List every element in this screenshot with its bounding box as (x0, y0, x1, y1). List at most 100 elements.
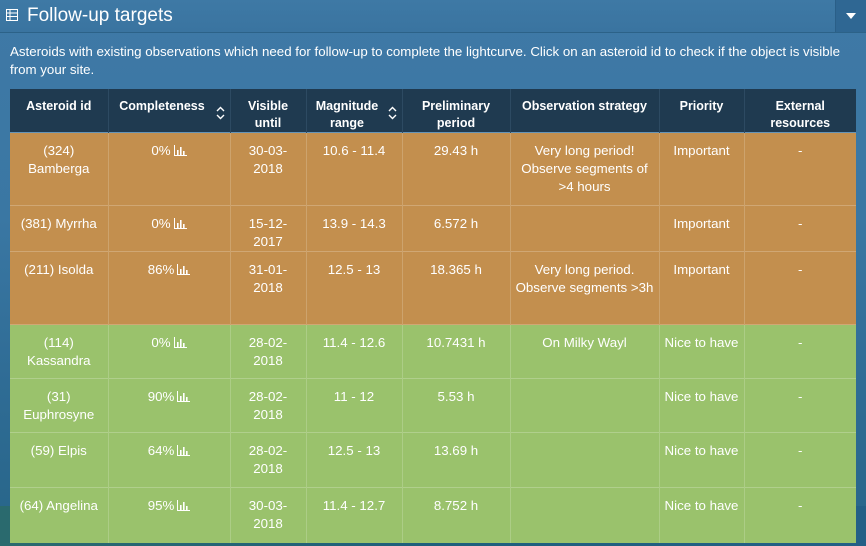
magnitude-range-cell: 12.5 - 13 (306, 251, 403, 325)
bar-chart-icon[interactable] (173, 218, 187, 229)
preliminary-period-cell: 29.43 h (402, 132, 511, 206)
magnitude-range-cell: 12.5 - 13 (306, 432, 403, 488)
asteroid-link[interactable]: (31) Euphrosyne (23, 389, 94, 422)
asteroid-link[interactable]: (211) Isolda (24, 262, 93, 277)
completeness-cell: 0% (108, 205, 231, 252)
priority-cell: Important (659, 205, 745, 252)
sort-icon[interactable] (388, 106, 397, 120)
table-row: (324) Bamberga 0% 30-03-2018 10.6 - 11.4… (10, 132, 856, 206)
observation-strategy-cell (510, 432, 660, 488)
external-resources-cell: - (744, 205, 856, 252)
header-completeness[interactable]: Completeness (108, 89, 231, 133)
priority-cell: Important (659, 251, 745, 325)
header-magnitude-range[interactable]: Magnitude range (306, 89, 403, 133)
visible-until-cell: 28-02-2018 (230, 378, 307, 433)
preliminary-period-cell: 6.572 h (402, 205, 511, 252)
preliminary-period-cell: 13.69 h (402, 432, 511, 488)
external-resources-cell: - (744, 487, 856, 543)
bar-chart-icon[interactable] (173, 337, 187, 348)
priority-cell: Important (659, 132, 745, 206)
completeness-value: 0% (151, 143, 171, 158)
visible-until-cell: 15-12-2017 (230, 205, 307, 252)
magnitude-range-cell: 11.4 - 12.6 (306, 324, 403, 379)
preliminary-period-cell: 5.53 h (402, 378, 511, 433)
visible-until-cell: 28-02-2018 (230, 324, 307, 379)
observation-strategy-cell (510, 378, 660, 433)
completeness-value: 0% (151, 335, 171, 350)
completeness-cell: 86% (108, 251, 231, 325)
panel-title: Follow-up targets (27, 5, 173, 26)
header-external-resources: External resources (744, 89, 856, 133)
asteroid-id-cell[interactable]: (31) Euphrosyne (10, 378, 109, 433)
completeness-cell: 0% (108, 132, 231, 206)
priority-cell: Nice to have (659, 487, 745, 543)
asteroid-link[interactable]: (59) Elpis (31, 443, 87, 458)
asteroid-link[interactable]: (64) Angelina (20, 498, 98, 513)
observation-strategy-cell: On Milky Wayl (510, 324, 660, 379)
completeness-cell: 95% (108, 487, 231, 543)
panel-description: Asteroids with existing observations whi… (10, 44, 840, 77)
completeness-cell: 0% (108, 324, 231, 379)
completeness-value: 86% (147, 262, 175, 277)
chevron-down-icon (846, 13, 856, 19)
observation-strategy-cell: Very long period! Observe segments of >4… (510, 132, 660, 206)
asteroid-link[interactable]: (114) Kassandra (27, 335, 91, 368)
external-resources-cell: - (744, 251, 856, 325)
completeness-cell: 64% (108, 432, 231, 488)
magnitude-range-cell: 13.9 - 14.3 (306, 205, 403, 252)
table-row: (31) Euphrosyne 90% 28-02-2018 11 - 12 5… (10, 378, 856, 433)
priority-cell: Nice to have (659, 432, 745, 488)
completeness-value: 64% (147, 443, 175, 458)
completeness-cell: 90% (108, 378, 231, 433)
asteroid-link[interactable]: (381) Myrrha (21, 216, 97, 231)
asteroid-id-cell[interactable]: (59) Elpis (10, 432, 109, 488)
table-header-row: Asteroid id Completeness Visible until M… (10, 89, 856, 133)
asteroid-id-cell[interactable]: (324) Bamberga (10, 132, 109, 206)
visible-until-cell: 31-01-2018 (230, 251, 307, 325)
priority-cell: Nice to have (659, 378, 745, 433)
asteroid-id-cell[interactable]: (211) Isolda (10, 251, 109, 325)
bar-chart-icon[interactable] (173, 145, 187, 156)
follow-up-targets-panel: Follow-up targets Asteroids with existin… (0, 0, 866, 546)
table-icon (6, 9, 18, 21)
magnitude-range-cell: 10.6 - 11.4 (306, 132, 403, 206)
table-row: (211) Isolda 86% 31-01-2018 12.5 - 13 18… (10, 251, 856, 325)
collapse-button[interactable] (835, 0, 866, 32)
preliminary-period-cell: 18.365 h (402, 251, 511, 325)
sort-icon[interactable] (216, 106, 225, 120)
observation-strategy-cell: Very long period. Observe segments >3h (510, 251, 660, 325)
magnitude-range-cell: 11 - 12 (306, 378, 403, 433)
table-row: (381) Myrrha 0% 15-12-2017 13.9 - 14.3 6… (10, 205, 856, 252)
visible-until-cell: 30-03-2018 (230, 487, 307, 543)
preliminary-period-cell: 10.7431 h (402, 324, 511, 379)
external-resources-cell: - (744, 378, 856, 433)
priority-cell: Nice to have (659, 324, 745, 379)
asteroid-id-cell[interactable]: (64) Angelina (10, 487, 109, 543)
visible-until-cell: 30-03-2018 (230, 132, 307, 206)
table-row: (64) Angelina 95% 30-03-2018 11.4 - 12.7… (10, 487, 856, 543)
bar-chart-icon[interactable] (177, 264, 191, 275)
asteroid-id-cell[interactable]: (114) Kassandra (10, 324, 109, 379)
header-asteroid-id: Asteroid id (10, 89, 109, 133)
header-observation-strategy: Observation strategy (510, 89, 660, 133)
bar-chart-icon[interactable] (177, 500, 191, 511)
follow-up-targets-table: Asteroid id Completeness Visible until M… (10, 89, 856, 543)
panel-header: Follow-up targets (0, 0, 866, 33)
table-row: (59) Elpis 64% 28-02-2018 12.5 - 13 13.6… (10, 432, 856, 488)
preliminary-period-cell: 8.752 h (402, 487, 511, 543)
observation-strategy-cell (510, 205, 660, 252)
external-resources-cell: - (744, 132, 856, 206)
header-visible-until: Visible until (230, 89, 307, 133)
visible-until-cell: 28-02-2018 (230, 432, 307, 488)
external-resources-cell: - (744, 324, 856, 379)
bar-chart-icon[interactable] (177, 445, 191, 456)
table-row: (114) Kassandra 0% 28-02-2018 11.4 - 12.… (10, 324, 856, 379)
asteroid-id-cell[interactable]: (381) Myrrha (10, 205, 109, 252)
observation-strategy-cell (510, 487, 660, 543)
magnitude-range-cell: 11.4 - 12.7 (306, 487, 403, 543)
header-priority: Priority (659, 89, 745, 133)
bar-chart-icon[interactable] (177, 391, 191, 402)
header-preliminary-period: Preliminary period (402, 89, 511, 133)
external-resources-cell: - (744, 432, 856, 488)
asteroid-link[interactable]: (324) Bamberga (28, 143, 89, 176)
